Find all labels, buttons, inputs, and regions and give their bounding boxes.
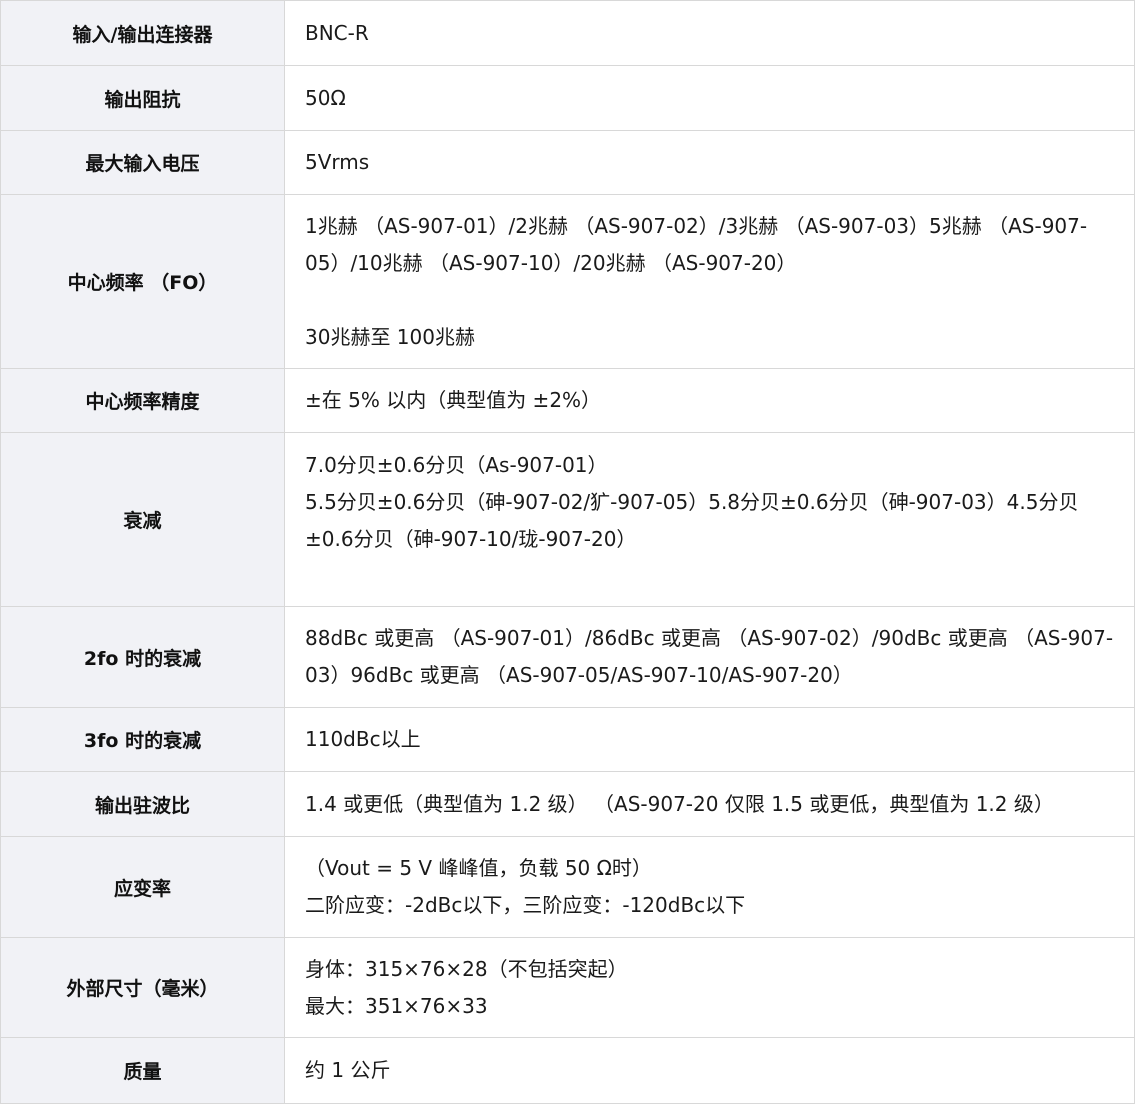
value-line: BNC-R bbox=[305, 20, 369, 45]
row-value: ±在 5% 以内（典型值为 ±2%） bbox=[284, 368, 1135, 433]
value-line: ±在 5% 以内（典型值为 ±2%） bbox=[305, 388, 602, 412]
value-line: 身体：315×76×28（不包括突起） bbox=[305, 956, 628, 981]
row-label: 质量 bbox=[0, 1037, 285, 1104]
table-row: 衰减 7.0分贝±0.6分贝（As-907-01） 5.5分贝±0.6分贝（砷-… bbox=[0, 432, 1135, 607]
value-line: 二阶应变：-2dBc以下，三阶应变：-120dBc以下 bbox=[305, 893, 746, 917]
table-row: 外部尺寸（毫米） 身体：315×76×28（不包括突起） 最大：351×76×3… bbox=[0, 937, 1135, 1038]
row-value: （Vout = 5 V 峰峰值，负载 50 Ω时） 二阶应变：-2dBc以下，三… bbox=[284, 836, 1135, 938]
value-line: 最大：351×76×33 bbox=[305, 993, 488, 1018]
row-value: 1.4 或更低（典型值为 1.2 级） （AS-907-20 仅限 1.5 或更… bbox=[284, 771, 1135, 837]
value-line: 1兆赫 （AS-907-01）/2兆赫 （AS-907-02）/3兆赫 （AS-… bbox=[305, 213, 1088, 275]
row-label: 衰减 bbox=[0, 432, 285, 607]
row-label: 应变率 bbox=[0, 836, 285, 938]
value-line: 50Ω bbox=[305, 85, 346, 110]
value-line: 110dBc以上 bbox=[305, 727, 421, 751]
row-label: 输入/输出连接器 bbox=[0, 0, 285, 66]
value-line: 1.4 或更低（典型值为 1.2 级） （AS-907-20 仅限 1.5 或更… bbox=[305, 791, 1054, 816]
table-row: 输出阻抗 50Ω bbox=[0, 65, 1135, 131]
row-value: 50Ω bbox=[284, 65, 1135, 131]
value-line: （Vout = 5 V 峰峰值，负载 50 Ω时） bbox=[305, 856, 652, 880]
row-label: 中心频率精度 bbox=[0, 368, 285, 433]
row-label: 3fo 时的衰减 bbox=[0, 707, 285, 772]
table-row: 最大输入电压 5Vrms bbox=[0, 130, 1135, 195]
row-label: 最大输入电压 bbox=[0, 130, 285, 195]
row-value: 5Vrms bbox=[284, 130, 1135, 195]
row-label: 2fo 时的衰减 bbox=[0, 606, 285, 708]
row-value: 1兆赫 （AS-907-01）/2兆赫 （AS-907-02）/3兆赫 （AS-… bbox=[284, 194, 1135, 369]
row-label: 输出驻波比 bbox=[0, 771, 285, 837]
value-line: 5.5分贝±0.6分贝（砷-907-02/犷-907-05）5.8分贝±0.6分… bbox=[305, 490, 1079, 551]
table-row: 3fo 时的衰减 110dBc以上 bbox=[0, 707, 1135, 772]
row-label: 外部尺寸（毫米） bbox=[0, 937, 285, 1038]
value-line: 30兆赫至 100兆赫 bbox=[305, 324, 475, 349]
row-label: 中心频率 （FO） bbox=[0, 194, 285, 369]
table-row: 质量 约 1 公斤 bbox=[0, 1037, 1135, 1104]
value-line: 约 1 公斤 bbox=[305, 1058, 391, 1082]
table-row: 中心频率精度 ±在 5% 以内（典型值为 ±2%） bbox=[0, 368, 1135, 433]
row-value: BNC-R bbox=[284, 0, 1135, 66]
row-value: 110dBc以上 bbox=[284, 707, 1135, 772]
value-line: 88dBc 或更高 （AS-907-01）/86dBc 或更高 （AS-907-… bbox=[305, 626, 1114, 687]
row-value: 7.0分贝±0.6分贝（As-907-01） 5.5分贝±0.6分贝（砷-907… bbox=[284, 432, 1135, 607]
table-row: 2fo 时的衰减 88dBc 或更高 （AS-907-01）/86dBc 或更高… bbox=[0, 606, 1135, 708]
row-value: 身体：315×76×28（不包括突起） 最大：351×76×33 bbox=[284, 937, 1135, 1038]
value-line: 7.0分贝±0.6分贝（As-907-01） bbox=[305, 453, 608, 477]
table-row: 应变率 （Vout = 5 V 峰峰值，负载 50 Ω时） 二阶应变：-2dBc… bbox=[0, 836, 1135, 938]
table-row: 输入/输出连接器 BNC-R bbox=[0, 0, 1135, 66]
table-row: 中心频率 （FO） 1兆赫 （AS-907-01）/2兆赫 （AS-907-02… bbox=[0, 194, 1135, 369]
table-row: 输出驻波比 1.4 或更低（典型值为 1.2 级） （AS-907-20 仅限 … bbox=[0, 771, 1135, 837]
row-value: 约 1 公斤 bbox=[284, 1037, 1135, 1104]
row-label: 输出阻抗 bbox=[0, 65, 285, 131]
spec-table: 输入/输出连接器 BNC-R 输出阻抗 50Ω 最大输入电压 5Vrms 中心频… bbox=[0, 0, 1135, 1104]
value-line: 5Vrms bbox=[305, 150, 370, 174]
row-value: 88dBc 或更高 （AS-907-01）/86dBc 或更高 （AS-907-… bbox=[284, 606, 1135, 708]
